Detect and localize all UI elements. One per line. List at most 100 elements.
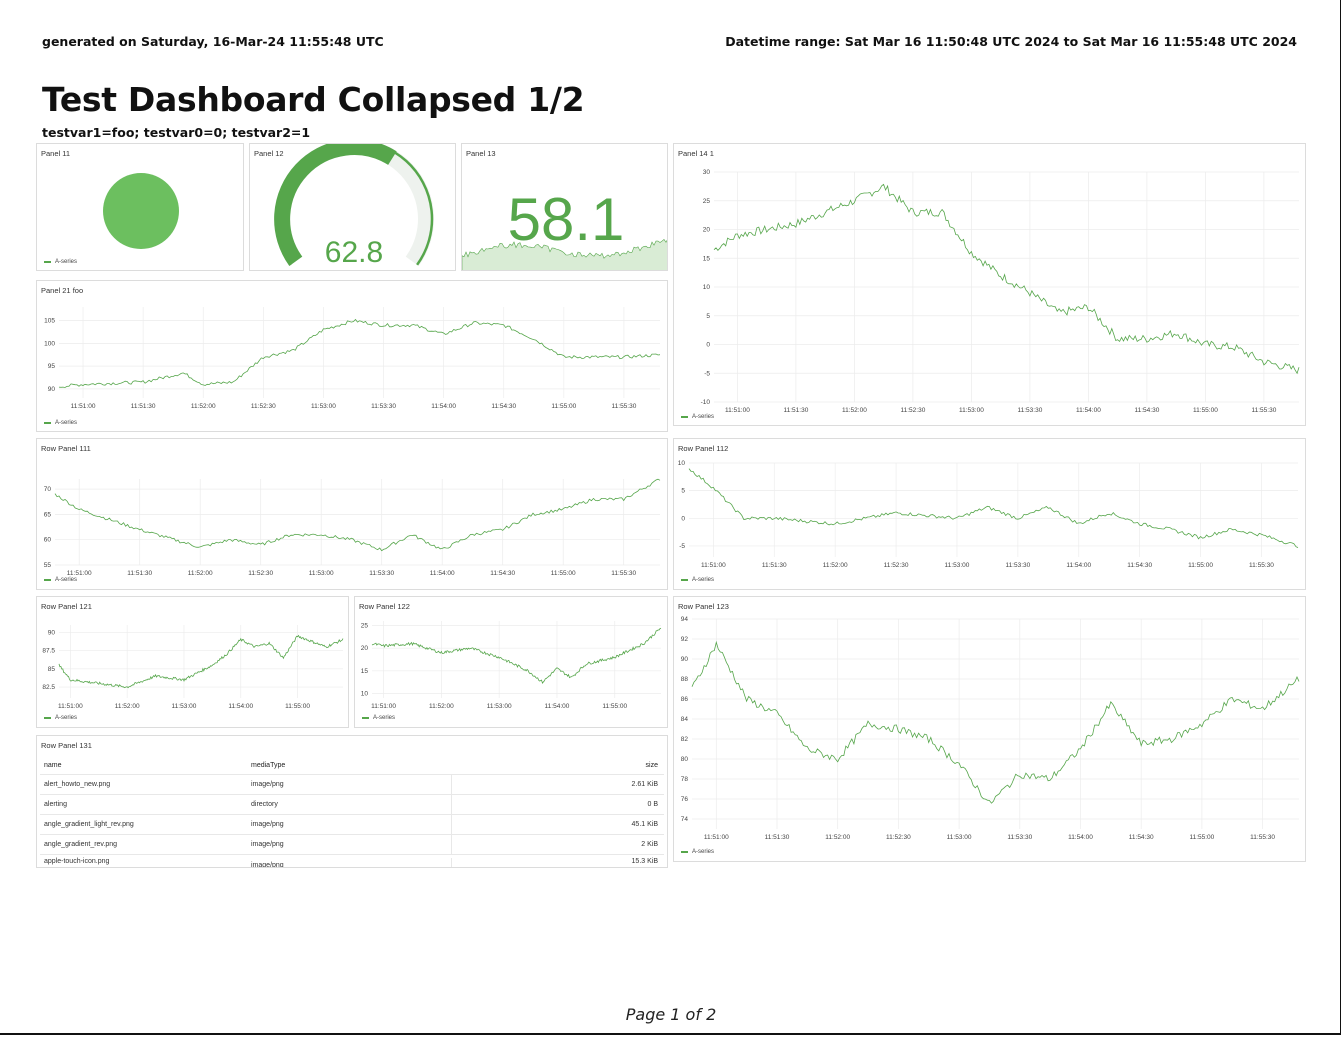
cell-mediatype: directory [247, 795, 452, 814]
y-tick-label: 90 [48, 386, 56, 393]
x-tick-label: 11:53:00 [311, 403, 336, 410]
x-tick-label: 11:51:00 [371, 703, 396, 710]
x-tick-label: 11:54:30 [1134, 407, 1159, 414]
legend-swatch [681, 579, 688, 581]
x-tick-label: 11:55:00 [1189, 834, 1214, 841]
y-tick-label: 92 [681, 636, 689, 643]
y-tick-label: 10 [361, 690, 369, 697]
legend-label: A-series [55, 259, 78, 265]
cell-mediatype: image/png [247, 858, 452, 867]
timeseries-chart: 30 25 20 15 10 5 0 -5 -10 11:51:00 11:51:30 11:52:0… [701, 169, 1300, 414]
cell-mediatype: image/png [247, 835, 452, 854]
legend: A-series [681, 849, 714, 855]
legend: A-series [44, 577, 77, 583]
x-tick-label: 11:51:00 [701, 562, 726, 569]
series-line-a-series [371, 627, 662, 684]
x-tick-label: 11:53:00 [172, 703, 197, 710]
column-header-mediatype[interactable]: mediaType [247, 756, 452, 774]
timeseries-chart: 105 100 95 90 11:51:00 11:51:30 11:52:00 11:52:… [44, 307, 661, 410]
panel-11: Panel 11 A-series [36, 143, 244, 271]
y-tick-label: 84 [681, 716, 689, 723]
row-panel-112: Row Panel 112 10 5 0 -5 11:51:00 11:51:30 11:5… [673, 438, 1306, 590]
stat-value: 58.1 [508, 186, 625, 253]
y-tick-label: 10 [703, 284, 711, 291]
x-tick-label: 11:55:30 [1251, 407, 1276, 414]
dashboard-variables: testvar1=foo; testvar0=0; testvar2=1 [42, 125, 311, 140]
y-tick-label: 65 [44, 511, 52, 518]
legend: A-series [681, 414, 714, 420]
gauge: 62.8 [274, 144, 434, 269]
x-tick-label: 11:52:30 [900, 407, 925, 414]
gauge-value: 62.8 [325, 236, 383, 269]
cell-name: angle_gradient_light_rev.png [44, 821, 134, 828]
pie-chart [103, 173, 179, 249]
table-row: angle_gradient_light_rev.png image/png 4… [40, 815, 664, 835]
y-tick-label: 0 [706, 342, 710, 349]
x-tick-label: 11:54:00 [431, 403, 456, 410]
x-tick-label: 11:53:30 [369, 570, 394, 577]
x-tick-label: 11:55:30 [612, 403, 637, 410]
cell-size: 0 B [647, 801, 658, 808]
series-line-a-series [688, 468, 1299, 548]
y-tick-label: 15 [703, 255, 711, 262]
x-tick-label: 11:54:00 [1066, 562, 1091, 569]
cell-name: apple-touch-icon.png [44, 858, 110, 865]
y-tick-label: 20 [703, 227, 711, 234]
y-tick-label: 20 [361, 645, 369, 652]
column-header-name[interactable]: name [40, 762, 247, 769]
y-tick-label: 25 [703, 198, 711, 205]
x-tick-label: 11:52:00 [825, 834, 850, 841]
y-tick-label: -5 [704, 370, 710, 377]
legend: A-series [44, 715, 77, 721]
stat-sparkline: 58.1 [462, 186, 667, 270]
legend-swatch [362, 717, 369, 719]
legend-swatch [681, 851, 688, 853]
x-tick-label: 11:55:30 [1250, 834, 1275, 841]
y-tick-label: 30 [703, 169, 711, 176]
series-line-a-series [713, 183, 1300, 375]
x-tick-label: 11:54:30 [490, 570, 515, 577]
cell-size: 2 KiB [641, 841, 658, 848]
y-tick-label: -5 [679, 543, 685, 550]
x-tick-label: 11:54:30 [1127, 562, 1152, 569]
x-tick-label: 11:53:00 [945, 562, 970, 569]
cell-name: angle_gradient_rev.png [44, 841, 118, 848]
panel-21-foo: Panel 21 foo 105 100 95 90 11:51:00 11:51:30 1… [36, 280, 668, 432]
y-tick-label: 5 [681, 488, 685, 495]
timeseries-chart: 94 92 90 88 86 84 82 80 78 76 74 11:51:00 11:51:30 11… [681, 616, 1300, 841]
y-tick-label: 100 [44, 340, 55, 347]
legend: A-series [681, 577, 714, 583]
timeseries-chart: 90 87.5 85 82.5 11:51:00 11:52:00 11:53:00 11:5… [42, 625, 344, 710]
column-header-size[interactable]: size [452, 762, 664, 769]
panel-14-1: Panel 14 1 30 25 20 15 10 5 0 -5 -10 11:51:00 11:5… [673, 143, 1306, 426]
table-row: alert_howto_new.png image/png 2.61 KiB [40, 775, 664, 795]
legend-label: A-series [692, 849, 715, 855]
timeseries-chart: 25 20 15 1011:51:00 11:52:00 11:53:00 11:54:00… [361, 621, 662, 710]
legend-label: A-series [373, 715, 396, 721]
y-tick-label: 74 [681, 816, 689, 823]
x-tick-label: 11:51:30 [783, 407, 808, 414]
datetime-range: Datetime range: Sat Mar 16 11:50:48 UTC … [725, 34, 1297, 49]
x-tick-label: 11:55:00 [602, 703, 627, 710]
y-tick-label: 5 [706, 313, 710, 320]
x-tick-label: 11:52:00 [429, 703, 454, 710]
x-tick-label: 11:54:30 [1129, 834, 1154, 841]
x-tick-label: 11:51:30 [762, 562, 787, 569]
row-panel-121: Row Panel 121 90 87.5 85 82.5 11:51:00 11:52:… [36, 596, 349, 728]
legend: A-series [44, 420, 77, 426]
table-header: name mediaType size [40, 756, 664, 775]
y-tick-label: 60 [44, 537, 52, 544]
panel-12: Panel 12 62.8 [249, 143, 456, 271]
x-tick-label: 11:54:00 [1068, 834, 1093, 841]
x-tick-label: 11:51:00 [725, 407, 750, 414]
y-tick-label: 105 [44, 318, 55, 325]
x-tick-label: 11:55:30 [611, 570, 636, 577]
legend-label: A-series [692, 414, 715, 420]
x-tick-label: 11:53:00 [309, 570, 334, 577]
x-tick-label: 11:52:30 [251, 403, 276, 410]
legend-swatch [44, 422, 51, 424]
series-line-a-series [58, 634, 344, 689]
x-tick-label: 11:52:00 [823, 562, 848, 569]
x-tick-label: 11:52:00 [115, 703, 140, 710]
x-tick-label: 11:52:00 [188, 570, 213, 577]
